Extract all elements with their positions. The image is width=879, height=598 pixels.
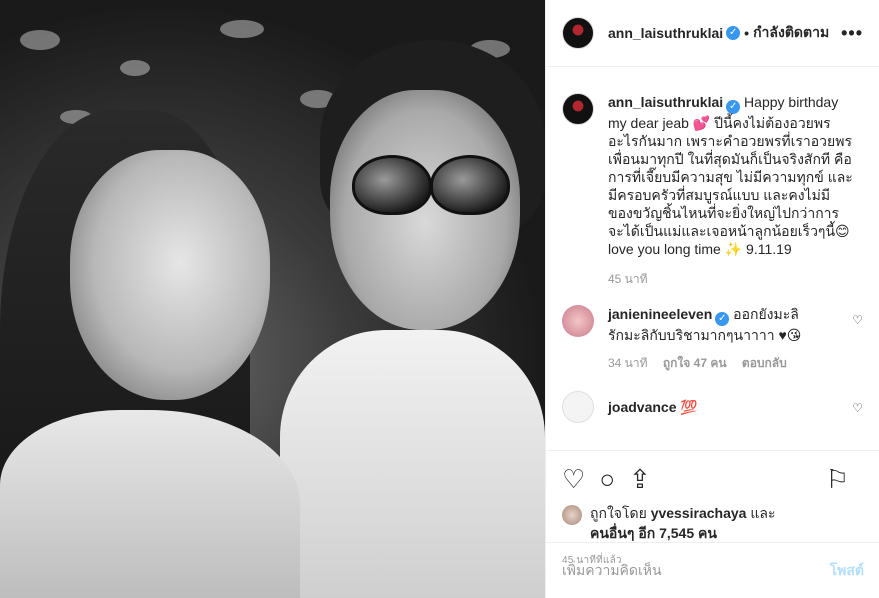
- commenter-avatar[interactable]: [562, 305, 594, 337]
- commenter-username[interactable]: joadvance: [608, 399, 676, 415]
- comment-meta: 34 นาที ถูกใจ 47 คน ตอบกลับ: [608, 354, 863, 373]
- likes-prefix: ถูกใจโดย: [590, 505, 647, 521]
- author-username[interactable]: ann_laisuthruklai: [608, 25, 723, 41]
- woman-left-shirt: [0, 410, 300, 598]
- caption-time[interactable]: 45 นาที: [608, 272, 648, 286]
- likes-others-link[interactable]: คนอื่นๆ อีก 7,545 คน: [590, 525, 717, 541]
- comment-item: janienineeleven ✓ ออกยังมะลิ รักมะลิกับบร…: [562, 305, 863, 344]
- save-bookmark-icon[interactable]: ⚐: [826, 464, 849, 495]
- sunglasses-right-lens: [430, 155, 510, 215]
- comment-time[interactable]: 34 นาที: [608, 356, 648, 370]
- comment-like-icon[interactable]: ♡: [852, 313, 863, 327]
- caption-row: ann_laisuthruklai ✓ Happy birthday my dea…: [562, 93, 863, 258]
- caption-text-block: ann_laisuthruklai ✓ Happy birthday my dea…: [608, 93, 853, 258]
- comment-like-icon[interactable]: ♡: [852, 401, 863, 415]
- following-button[interactable]: กำลังติดตาม: [753, 22, 829, 44]
- caption-username[interactable]: ann_laisuthruklai: [608, 94, 723, 110]
- likes-summary: ถูกใจโดย yvessirachaya และ คนอื่นๆ อีก 7…: [562, 503, 863, 543]
- action-icons: ♡ ○ ⇪ ⚐: [562, 459, 863, 499]
- caption-avatar[interactable]: [562, 93, 594, 125]
- caption-text: Happy birthday my dear jeab 💕 ปีนี้คงไม่…: [608, 94, 853, 257]
- author-avatar[interactable]: [562, 17, 594, 49]
- verified-badge-icon: ✓: [726, 26, 741, 40]
- foliage-leaf: [120, 60, 150, 76]
- comment-item: joadvance 💯 ♡: [562, 391, 863, 423]
- liker-avatar[interactable]: [562, 505, 582, 525]
- woman-right-shirt: [280, 330, 545, 598]
- instagram-post: ann_laisuthruklai ✓ • กำลังติดตาม ••• an…: [0, 0, 879, 598]
- commenter-username[interactable]: janienineeleven: [608, 306, 712, 322]
- likes-and: และ: [750, 505, 776, 521]
- comment-likes-count[interactable]: ถูกใจ 47 คน: [663, 356, 727, 370]
- more-options-icon[interactable]: •••: [841, 23, 863, 44]
- commenter-avatar[interactable]: [562, 391, 594, 423]
- add-comment-input[interactable]: เพิ่มความคิดเห็น: [562, 560, 662, 582]
- likes-text: ถูกใจโดย yvessirachaya และ คนอื่นๆ อีก 7…: [590, 503, 775, 543]
- foliage-leaf: [220, 20, 264, 38]
- woman-left-face: [70, 150, 270, 400]
- post-sidebar: ann_laisuthruklai ✓ • กำลังติดตาม ••• an…: [545, 0, 879, 598]
- comment-text-block: joadvance 💯: [608, 391, 818, 423]
- verified-badge-icon: ✓: [715, 312, 730, 326]
- caption-meta: 45 นาที: [608, 270, 863, 289]
- comment-text: 💯: [680, 399, 698, 415]
- sunglasses-left-lens: [352, 155, 432, 215]
- post-header: ann_laisuthruklai ✓ • กำลังติดตาม •••: [546, 0, 879, 67]
- post-photo[interactable]: [0, 0, 545, 598]
- add-comment-bar: เพิ่มความคิดเห็น โพสต์: [546, 542, 879, 598]
- separator-dot: •: [744, 25, 750, 41]
- liker-username[interactable]: yvessirachaya: [651, 505, 747, 521]
- post-comment-button[interactable]: โพสต์: [830, 560, 864, 582]
- comment-text-block: janienineeleven ✓ ออกยังมะลิ รักมะลิกับบร…: [608, 305, 818, 344]
- comment-reply-button[interactable]: ตอบกลับ: [742, 356, 787, 370]
- comments-list[interactable]: ann_laisuthruklai ✓ Happy birthday my dea…: [546, 67, 879, 450]
- share-icon[interactable]: ⇪: [629, 464, 651, 495]
- foliage-leaf: [20, 30, 60, 50]
- verified-badge-icon: ✓: [726, 100, 741, 114]
- comment-bubble-icon[interactable]: ○: [599, 464, 615, 495]
- like-heart-icon[interactable]: ♡: [562, 464, 585, 495]
